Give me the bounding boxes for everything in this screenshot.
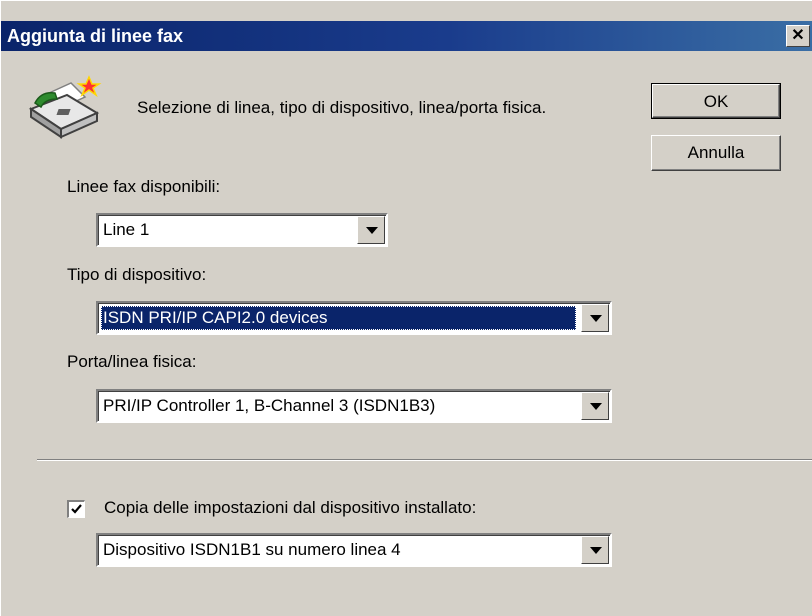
- chevron-down-icon[interactable]: [581, 304, 609, 332]
- chevron-down-icon[interactable]: [581, 392, 609, 420]
- chevron-down-icon[interactable]: [581, 536, 609, 564]
- cancel-button[interactable]: Annulla: [651, 135, 781, 171]
- fax-lines-value: Line 1: [103, 220, 150, 239]
- physical-port-select[interactable]: PRI/IP Controller 1, B-Channel 3 (ISDN1B…: [96, 389, 612, 423]
- device-type-label: Tipo di dispositivo:: [67, 265, 207, 284]
- checkmark-icon: [71, 504, 82, 514]
- title-bar[interactable]: Aggiunta di linee fax ✕: [1, 21, 812, 51]
- fax-lines-select[interactable]: Line 1: [96, 213, 388, 247]
- add-fax-lines-dialog: Aggiunta di linee fax ✕ Selezione di lin…: [0, 0, 812, 616]
- installed-device-value: Dispositivo ISDN1B1 su numero linea 4: [103, 540, 401, 559]
- fax-lines-label: Linee fax disponibili:: [67, 177, 221, 196]
- physical-port-label: Porta/linea fisica:: [67, 352, 197, 371]
- fax-machine-icon: [28, 75, 102, 139]
- dialog-title: Aggiunta di linee fax: [7, 26, 184, 46]
- dialog-description: Selezione di linea, tipo di dispositivo,…: [137, 98, 547, 117]
- device-type-value: ISDN PRI/IP CAPI2.0 devices: [101, 306, 576, 330]
- copy-settings-label[interactable]: Copia delle impostazioni dal dispositivo…: [104, 498, 476, 518]
- chevron-down-icon[interactable]: [357, 216, 385, 244]
- device-type-select[interactable]: ISDN PRI/IP CAPI2.0 devices: [96, 301, 612, 335]
- close-icon: ✕: [791, 27, 805, 44]
- physical-port-value: PRI/IP Controller 1, B-Channel 3 (ISDN1B…: [103, 396, 436, 415]
- separator: [37, 459, 812, 461]
- close-button[interactable]: ✕: [786, 25, 810, 47]
- installed-device-select[interactable]: Dispositivo ISDN1B1 su numero linea 4: [96, 533, 612, 567]
- ok-button[interactable]: OK: [651, 83, 781, 119]
- copy-settings-checkbox[interactable]: [67, 500, 85, 518]
